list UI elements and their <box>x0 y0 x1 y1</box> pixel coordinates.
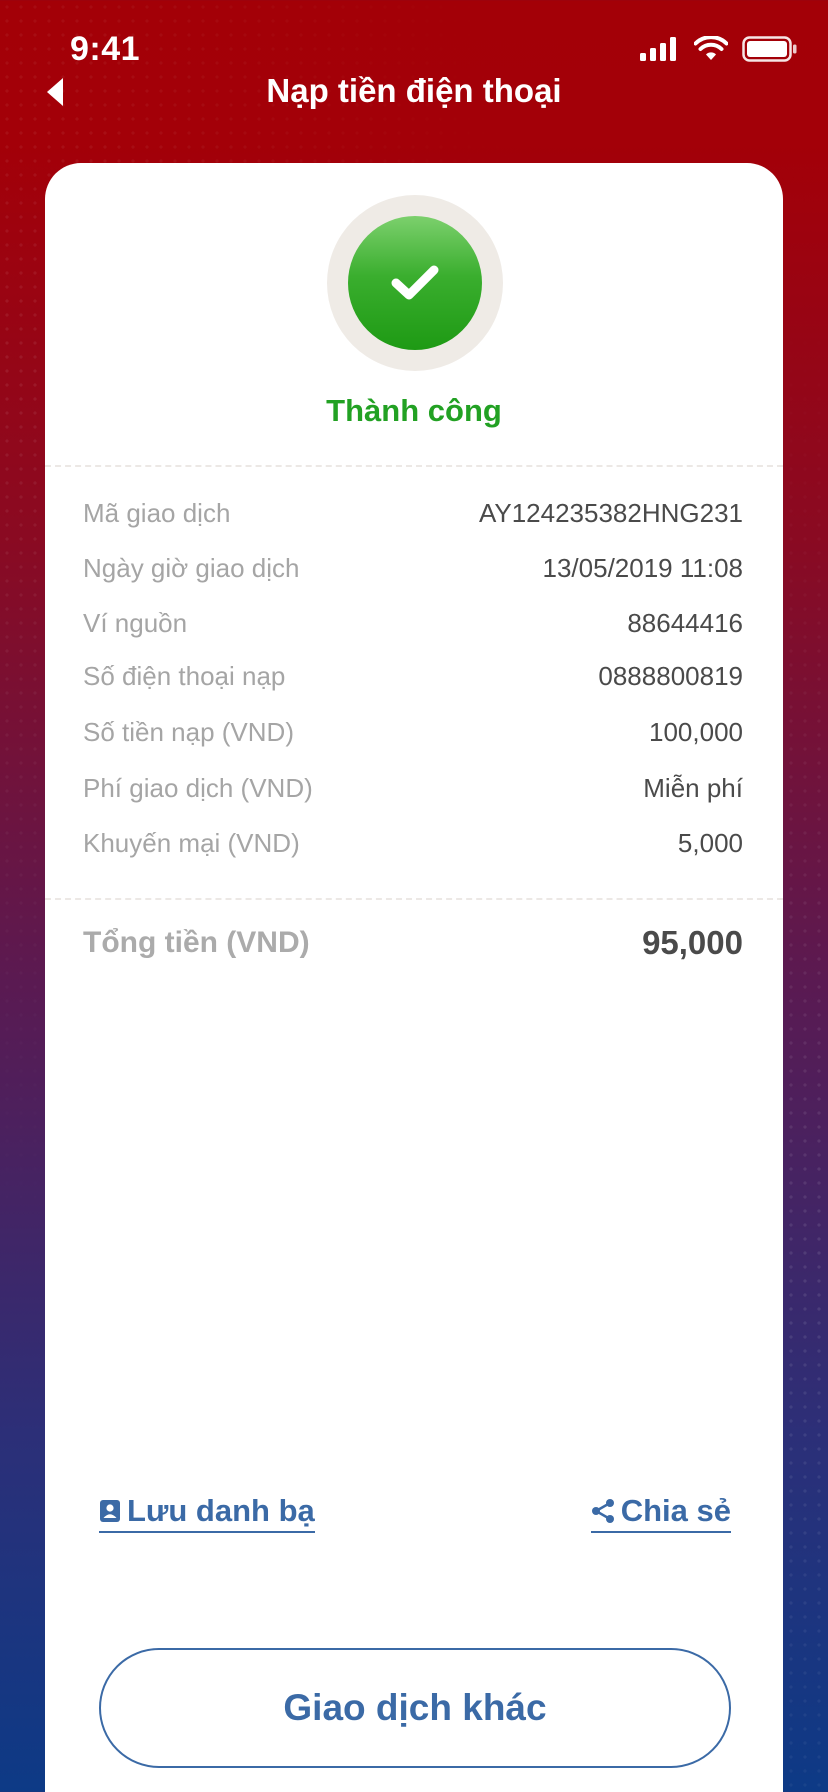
detail-row-fee: Phí giao dịch (VND) Miễn phí <box>83 768 743 808</box>
detail-value: 88644416 <box>627 607 743 638</box>
detail-row-phone-number: Số điện thoại nạp 0888800819 <box>83 656 743 696</box>
share-link[interactable]: Chia sẻ <box>590 1493 731 1533</box>
save-contact-label: Lưu danh bạ <box>127 1493 315 1528</box>
receipt-card: Thành công Mã giao dịch AY124235382HNG23… <box>45 163 783 1792</box>
share-icon <box>591 1499 614 1523</box>
success-badge <box>327 195 503 371</box>
contact-book-icon <box>100 1500 120 1522</box>
detail-label: Số tiền nạp (VND) <box>83 716 294 747</box>
success-circle <box>348 216 482 350</box>
detail-label: Số điện thoại nạp <box>83 660 286 691</box>
detail-label: Khuyến mại (VND) <box>83 827 300 858</box>
status-icons <box>640 36 798 62</box>
cellular-signal-icon <box>640 37 676 61</box>
detail-row-topup-amount: Số tiền nạp (VND) 100,000 <box>83 712 743 752</box>
divider-bottom <box>45 898 783 900</box>
save-contact-link[interactable]: Lưu danh bạ <box>99 1493 315 1533</box>
detail-label: Ví nguồn <box>83 607 188 638</box>
detail-value: 0888800819 <box>598 660 743 691</box>
detail-label: Ngày giờ giao dịch <box>83 552 300 583</box>
divider-top <box>45 465 783 467</box>
status-text: Thành công <box>326 393 502 428</box>
detail-value: 13/05/2019 11:08 <box>542 552 743 583</box>
detail-value: AY124235382HNG231 <box>478 497 743 528</box>
detail-label: Phí giao dịch (VND) <box>83 772 313 803</box>
checkmark-icon <box>391 265 439 300</box>
total-row: Tổng tiền (VND) 95,000 <box>83 919 743 967</box>
navigation-bar: Nạp tiền điện thoại <box>0 64 828 120</box>
total-value: 95,000 <box>642 924 743 961</box>
detail-value: 5,000 <box>677 827 743 858</box>
detail-value: Miễn phí <box>643 772 743 803</box>
other-transaction-button[interactable]: Giao dịch khác <box>99 1648 731 1768</box>
detail-row-datetime: Ngày giờ giao dịch 13/05/2019 11:08 <box>83 548 743 588</box>
detail-label: Mã giao dịch <box>83 497 231 528</box>
detail-value: 100,000 <box>649 716 743 747</box>
battery-icon <box>742 36 797 62</box>
detail-row-promotion: Khuyến mại (VND) 5,000 <box>83 823 743 863</box>
detail-row-transaction-id: Mã giao dịch AY124235382HNG231 <box>83 493 743 533</box>
share-label: Chia sẻ <box>620 1493 731 1528</box>
detail-row-source-wallet: Ví nguồn 88644416 <box>83 603 743 643</box>
total-label: Tổng tiền (VND) <box>83 926 310 959</box>
page-title: Nạp tiền điện thoại <box>266 72 562 109</box>
wifi-icon <box>694 36 728 60</box>
